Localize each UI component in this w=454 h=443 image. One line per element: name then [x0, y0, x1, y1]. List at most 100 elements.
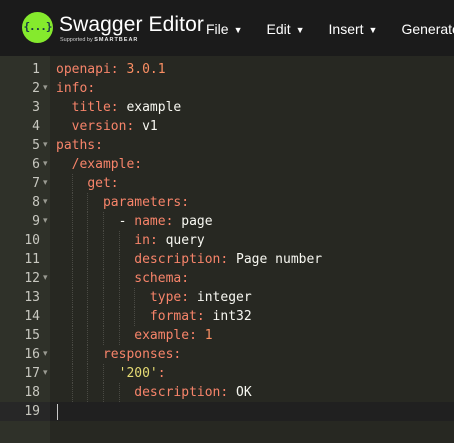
code-text: parameters:	[56, 193, 189, 212]
line-number-cell: 7 ▾	[0, 174, 50, 193]
code-text: get:	[56, 174, 119, 193]
code-text: title: example	[56, 98, 182, 117]
yaml-value: example	[126, 100, 182, 115]
indent-guide	[118, 231, 120, 250]
line-number-cell: 17 ▾	[0, 364, 50, 383]
menu-file[interactable]: File ▼	[206, 0, 242, 56]
indent-guide	[102, 288, 104, 307]
line-number: 6	[32, 157, 40, 172]
code-text: description: Page number	[56, 250, 322, 269]
fold-arrow-icon[interactable]: ▾	[43, 155, 48, 174]
menu-insert-label: Insert	[328, 21, 364, 37]
line-number: 3	[32, 100, 40, 115]
code-line[interactable]: 1 openapi: 3.0.1	[0, 60, 454, 79]
code-line[interactable]: 11 description: Page number	[0, 250, 454, 269]
code-line[interactable]: 16 ▾ responses:	[0, 345, 454, 364]
code-line[interactable]: 18 description: OK	[0, 383, 454, 402]
fold-arrow-icon[interactable]: ▾	[43, 345, 48, 364]
code-text: type: integer	[56, 288, 252, 307]
yaml-key: '200'	[118, 366, 158, 381]
yaml-editor[interactable]: 1 openapi: 3.0.1 2 ▾ info: 3 title: example 4 …	[0, 56, 454, 443]
code-text: version: v1	[56, 117, 158, 136]
yaml-key: responses	[102, 347, 174, 362]
yaml-key: openapi	[56, 62, 111, 77]
code-line[interactable]: 8 ▾ parameters:	[0, 193, 454, 212]
yaml-value: v1	[142, 119, 158, 134]
indent-guide	[71, 383, 73, 402]
menu-generate-server[interactable]: Generate Server▼	[401, 0, 454, 56]
brand-subtitle: Supported by SMARTBEAR	[60, 37, 138, 43]
yaml-key: paths	[56, 138, 96, 153]
line-number: 9	[32, 214, 40, 229]
code-line[interactable]: 5 ▾ paths:	[0, 136, 454, 155]
fold-arrow-icon[interactable]: ▾	[43, 193, 48, 212]
fold-arrow-icon[interactable]: ▾	[43, 79, 48, 98]
line-number-cell: 8 ▾	[0, 193, 50, 212]
yaml-value: int32	[212, 309, 252, 324]
code-text: schema:	[56, 269, 189, 288]
menu-edit[interactable]: Edit ▼	[266, 0, 304, 56]
code-text: description: OK	[56, 383, 252, 402]
indent-guide	[102, 231, 104, 250]
line-number-cell: 9 ▾	[0, 212, 50, 231]
yaml-key: format	[149, 309, 197, 324]
indent-guide	[118, 269, 120, 288]
indent-guide	[118, 326, 120, 345]
line-number: 18	[24, 385, 40, 400]
code-line[interactable]: 6 ▾ /example:	[0, 155, 454, 174]
code-line[interactable]: 12 ▾ schema:	[0, 269, 454, 288]
line-number-cell: 15	[0, 326, 50, 345]
yaml-key: version	[71, 119, 127, 134]
code-line[interactable]: 4 version: v1	[0, 117, 454, 136]
code-line[interactable]: 3 title: example	[0, 98, 454, 117]
fold-arrow-icon[interactable]: ▾	[43, 136, 48, 155]
line-number: 2	[32, 81, 40, 96]
code-line[interactable]: 17 ▾ '200':	[0, 364, 454, 383]
code-line[interactable]: 2 ▾ info:	[0, 79, 454, 98]
code-line[interactable]: 14 format: int32	[0, 307, 454, 326]
yaml-value: page	[181, 214, 213, 229]
top-bar: {...} Swagger Editor Supported by SMARTB…	[0, 0, 454, 56]
indent-guide	[134, 307, 136, 326]
indent-guide	[87, 326, 89, 345]
code-line[interactable]: 19	[0, 402, 454, 421]
code-line[interactable]: 9 ▾ - name: page	[0, 212, 454, 231]
line-number-cell: 19	[0, 402, 50, 421]
fold-arrow-icon[interactable]: ▾	[43, 212, 48, 231]
yaml-key: in	[134, 233, 150, 248]
indent-guide	[71, 231, 73, 250]
swagger-logo-icon: {...}	[22, 12, 53, 43]
indent-guide	[87, 364, 89, 383]
indent-guide	[87, 288, 89, 307]
yaml-key: title	[71, 100, 111, 115]
indent-guide	[118, 383, 120, 402]
yaml-value: 1	[204, 328, 213, 343]
indent-guide	[87, 345, 89, 364]
code-line[interactable]: 10 in: query	[0, 231, 454, 250]
code-line[interactable]: 15 example: 1	[0, 326, 454, 345]
indent-guide	[87, 269, 89, 288]
indent-guide	[134, 288, 136, 307]
line-number-cell: 11	[0, 250, 50, 269]
line-number: 19	[24, 404, 40, 419]
menu-insert[interactable]: Insert ▼	[329, 0, 378, 56]
fold-arrow-icon[interactable]: ▾	[43, 174, 48, 193]
yaml-value: Page number	[236, 252, 323, 267]
yaml-key: description	[134, 252, 221, 267]
code-line[interactable]: 13 type: integer	[0, 288, 454, 307]
indent-guide	[87, 193, 89, 212]
line-number-cell: 3	[0, 98, 50, 117]
line-number: 8	[32, 195, 40, 210]
fold-arrow-icon[interactable]: ▾	[43, 364, 48, 383]
yaml-separator: :	[196, 309, 213, 324]
fold-arrow-icon[interactable]: ▾	[43, 269, 48, 288]
indent-guide	[87, 383, 89, 402]
yaml-separator: :	[134, 157, 143, 172]
indent-guide	[118, 307, 120, 326]
code-line[interactable]: 7 ▾ get:	[0, 174, 454, 193]
logo-glyph: {...}	[23, 20, 52, 33]
line-number-cell: 18	[0, 383, 50, 402]
yaml-key: get	[87, 176, 111, 191]
yaml-key: description	[134, 385, 221, 400]
